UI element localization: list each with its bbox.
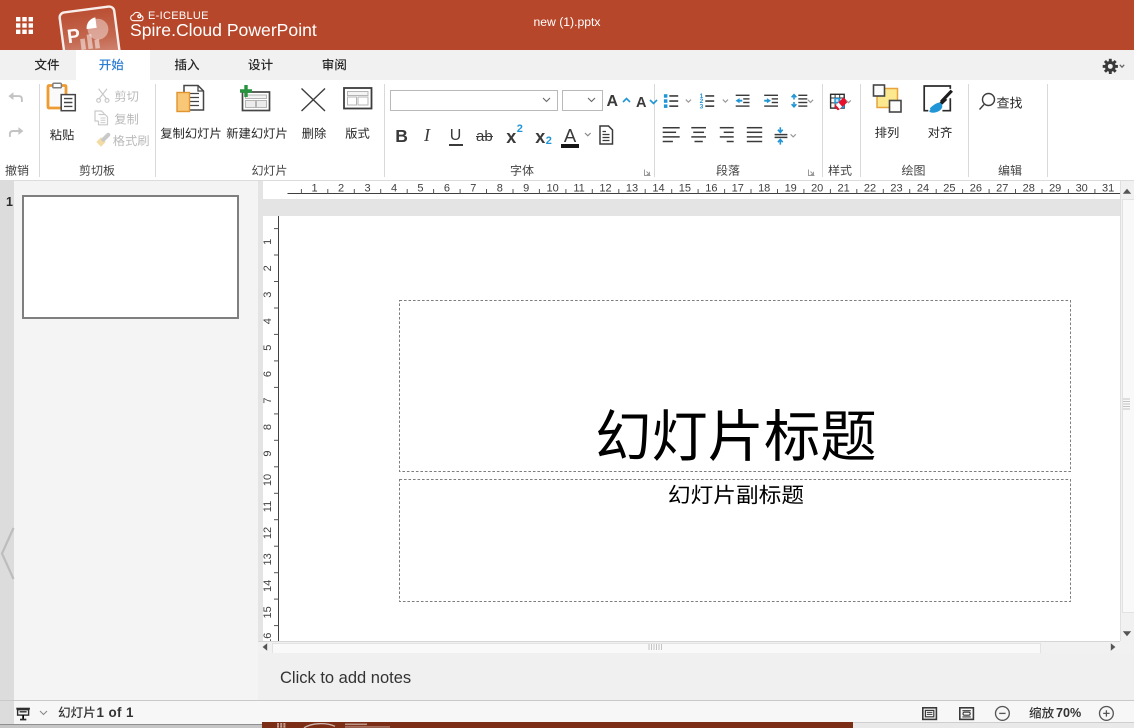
svg-text:19: 19	[785, 183, 797, 195]
svg-text:17: 17	[732, 183, 744, 195]
svg-text:9: 9	[523, 183, 529, 195]
svg-text:18: 18	[758, 183, 770, 195]
svg-text:29: 29	[1049, 183, 1061, 195]
svg-text:9: 9	[262, 450, 274, 456]
svg-text:11: 11	[573, 183, 584, 195]
svg-text:14: 14	[262, 579, 274, 591]
svg-text:22: 22	[864, 183, 876, 195]
svg-text:11: 11	[262, 500, 274, 511]
svg-text:31: 31	[1102, 183, 1114, 195]
svg-text:3: 3	[262, 291, 274, 297]
svg-text:7: 7	[470, 183, 476, 195]
svg-text:15: 15	[262, 606, 274, 618]
svg-text:20: 20	[811, 183, 823, 195]
svg-text:14: 14	[652, 183, 664, 195]
svg-text:27: 27	[996, 183, 1008, 195]
svg-text:10: 10	[262, 473, 274, 485]
svg-text:5: 5	[417, 183, 423, 195]
svg-text:2: 2	[338, 183, 344, 195]
svg-text:30: 30	[1076, 183, 1088, 195]
svg-text:4: 4	[391, 183, 397, 195]
svg-text:6: 6	[444, 183, 450, 195]
svg-text:12: 12	[599, 183, 611, 195]
svg-text:12: 12	[262, 526, 274, 538]
svg-text:8: 8	[497, 183, 503, 195]
svg-text:4: 4	[262, 318, 274, 324]
svg-text:23: 23	[890, 183, 902, 195]
svg-text:3: 3	[364, 183, 370, 195]
svg-text:28: 28	[1023, 183, 1035, 195]
svg-text:7: 7	[262, 397, 274, 403]
svg-text:24: 24	[917, 183, 929, 195]
svg-text:21: 21	[837, 183, 849, 195]
svg-text:2: 2	[262, 265, 274, 271]
svg-text:1: 1	[312, 183, 318, 195]
svg-text:6: 6	[262, 371, 274, 377]
svg-text:25: 25	[943, 183, 955, 195]
svg-text:26: 26	[970, 183, 982, 195]
svg-text:10: 10	[546, 183, 558, 195]
svg-text:16: 16	[705, 183, 717, 195]
svg-text:13: 13	[262, 553, 274, 565]
svg-text:5: 5	[262, 344, 274, 350]
svg-text:13: 13	[626, 183, 638, 195]
svg-text:8: 8	[262, 424, 274, 430]
svg-text:15: 15	[679, 183, 691, 195]
svg-text:1: 1	[262, 238, 274, 244]
